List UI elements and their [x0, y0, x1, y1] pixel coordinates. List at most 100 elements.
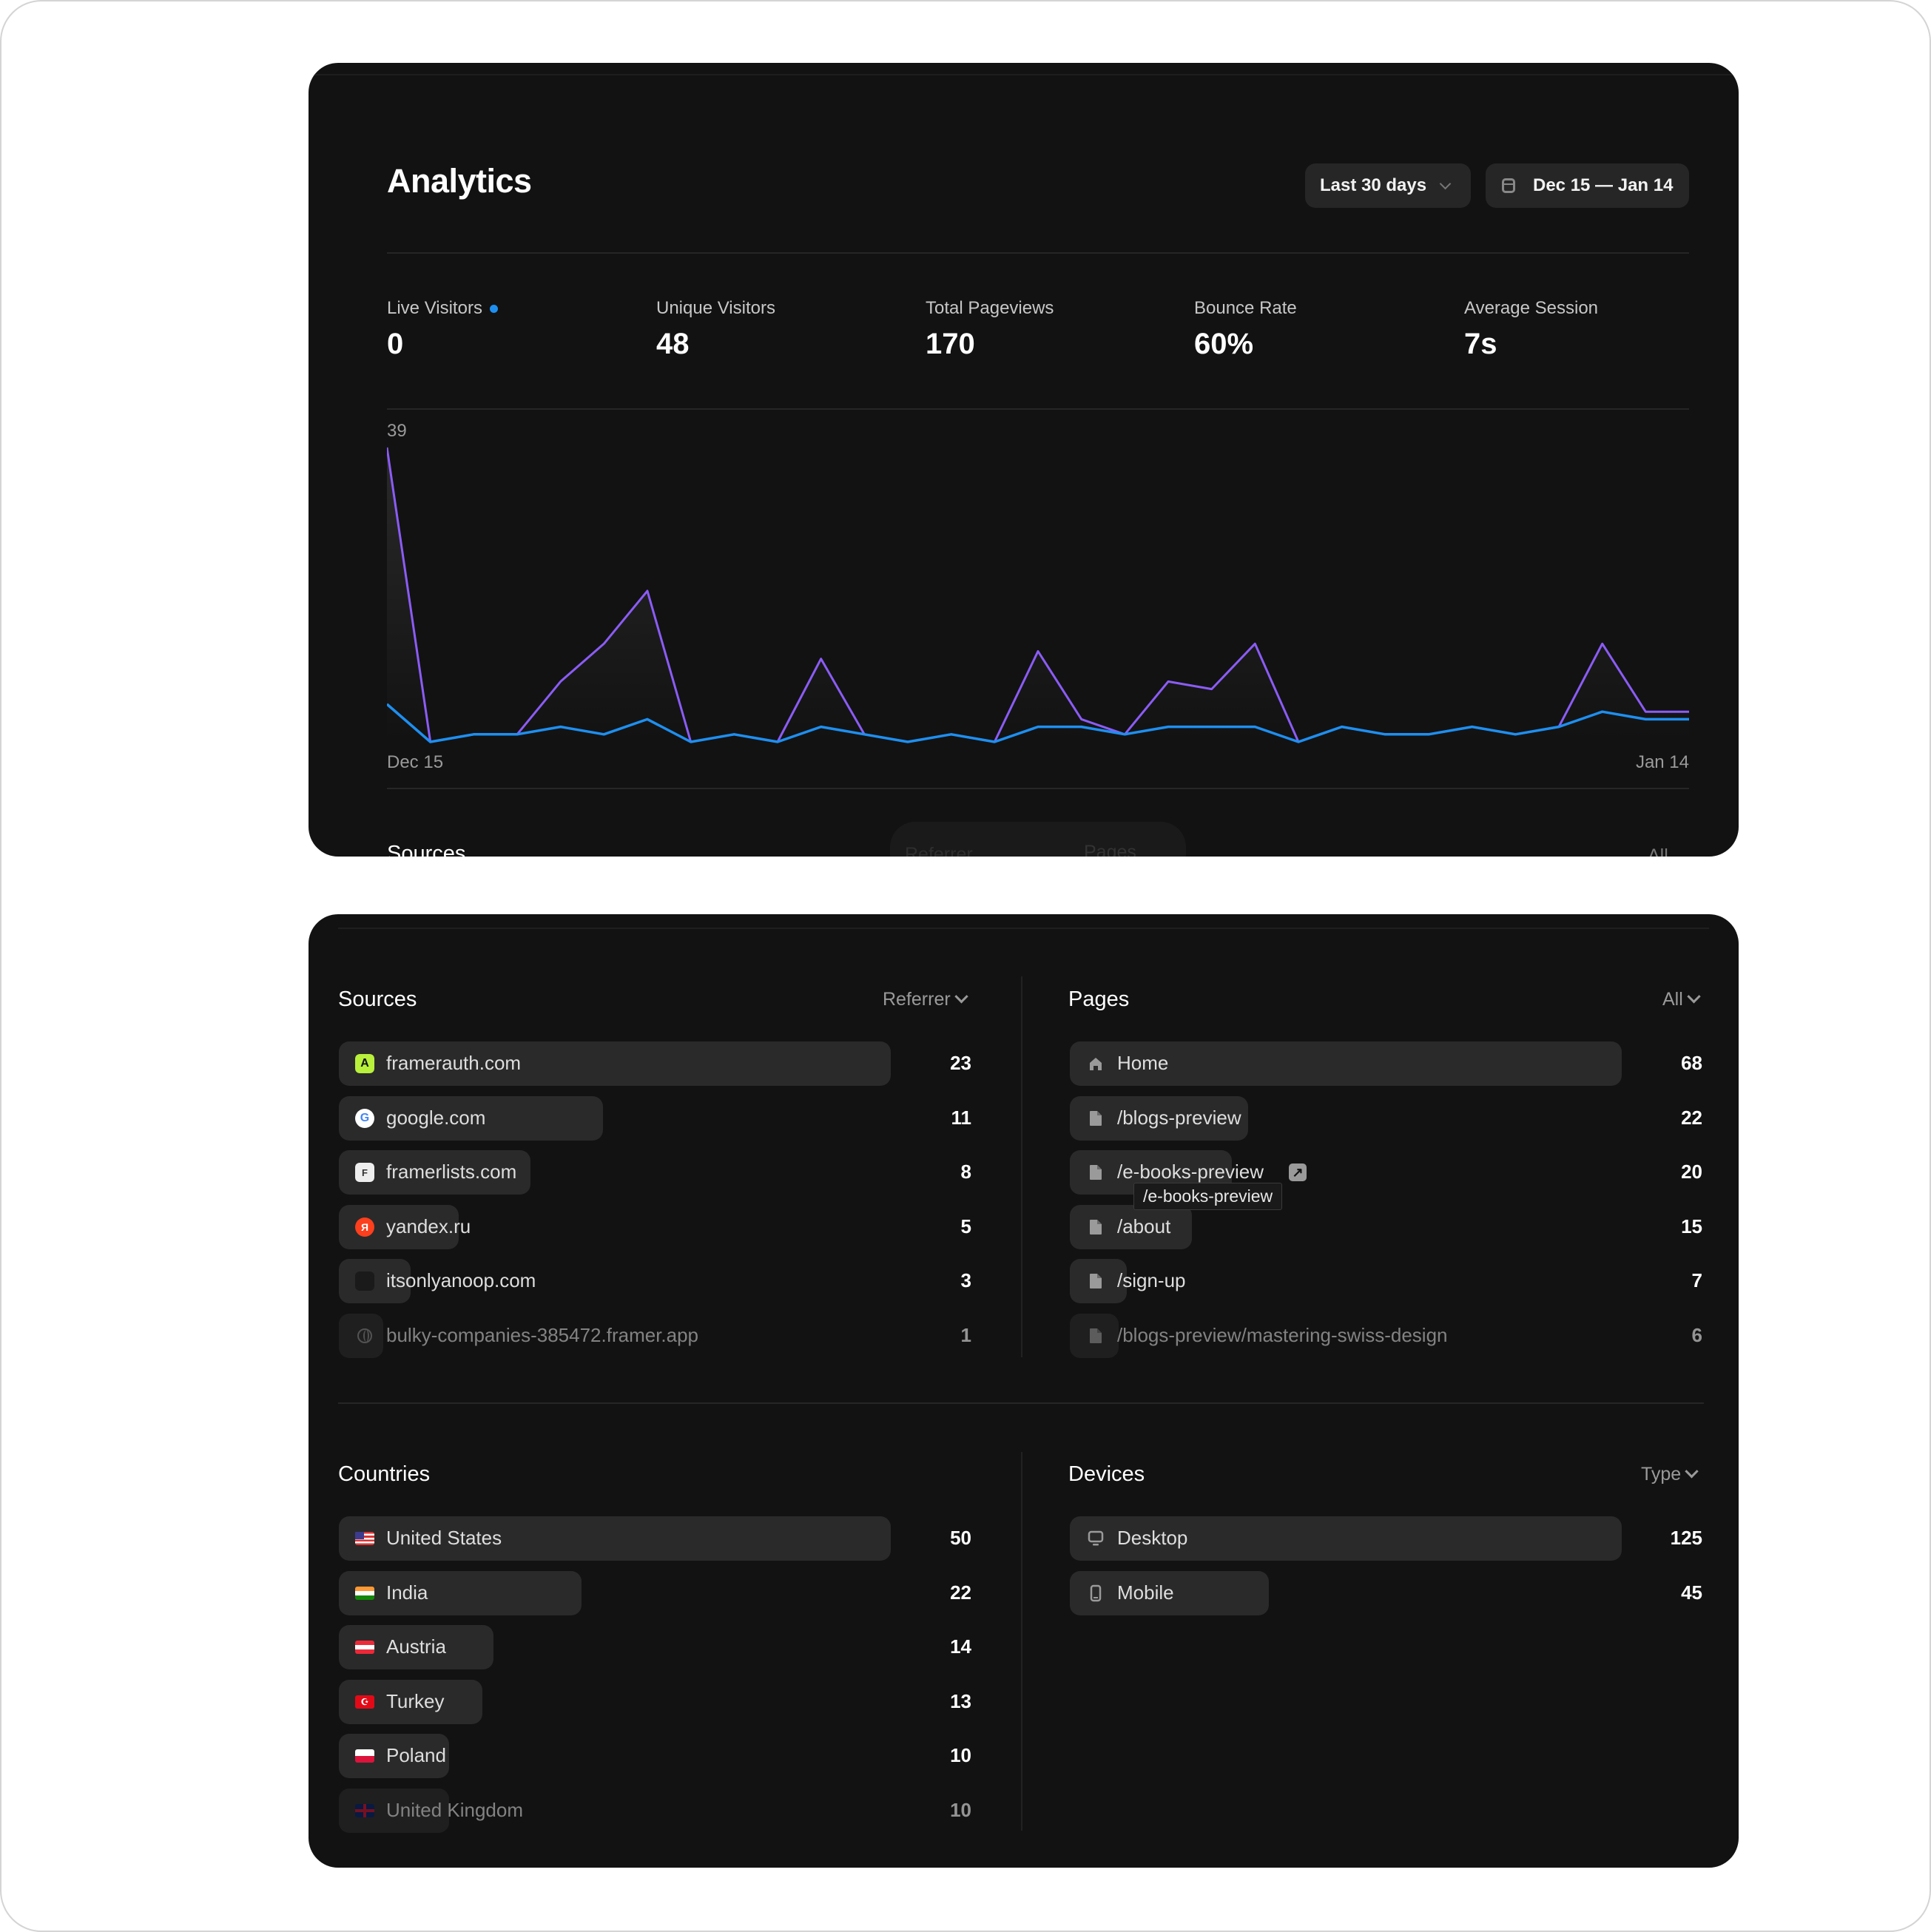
sources-row[interactable]: itsonlyanoop.com 3 [339, 1259, 971, 1303]
yandex-favicon: Я [355, 1217, 374, 1237]
pages-filter-dropdown[interactable]: All [1662, 989, 1701, 1010]
devices-filter-dropdown[interactable]: Type [1641, 1464, 1699, 1485]
home-icon [1086, 1054, 1105, 1073]
pages-row[interactable]: /blogs-preview/mastering-swiss-design 6 [1070, 1313, 1702, 1358]
row-value: 5 [960, 1215, 971, 1237]
row-value: 13 [950, 1689, 971, 1712]
countries-row[interactable]: ☪ Turkey 13 [339, 1679, 971, 1724]
row-label: /about [1117, 1215, 1171, 1237]
row-label: yandex.ru [386, 1215, 471, 1237]
sources-row[interactable]: bulky-companies-385472.framer.app 1 [339, 1313, 971, 1358]
row-label: /blogs-preview/mastering-swiss-design [1117, 1323, 1448, 1346]
stat-bounce-rate-value: 60% [1194, 328, 1254, 360]
file-icon [1086, 1271, 1105, 1291]
google-favicon: G [355, 1108, 374, 1128]
chevron-down-icon [1439, 178, 1452, 189]
sources-row[interactable]: Ggoogle.com 11 [339, 1095, 972, 1141]
row-value: 6 [1691, 1323, 1702, 1346]
header-divider [387, 252, 1689, 254]
pageviews-area [387, 447, 1689, 742]
pages-row[interactable]: /about 15 [1070, 1204, 1702, 1249]
stat-unique-visitors-value: 48 [656, 328, 690, 360]
row-value: 68 [1681, 1052, 1702, 1074]
devices-title: Devices [1068, 1462, 1145, 1486]
row-label: Austria [386, 1635, 446, 1658]
top-edge-divider [338, 928, 1709, 929]
file-icon [1086, 1109, 1105, 1128]
y-max-label: 39 [387, 421, 407, 441]
row-value: 1 [960, 1323, 971, 1346]
row-label: /blogs-preview [1117, 1106, 1241, 1129]
row-value: 14 [950, 1635, 971, 1658]
pages-filter-label: All [1662, 989, 1683, 1010]
row-value: 10 [950, 1798, 971, 1821]
row-label: United States [386, 1527, 502, 1549]
sources-title: Sources [338, 987, 417, 1011]
austria-flag-icon [355, 1638, 374, 1657]
countries-row[interactable]: United States 50 [339, 1516, 971, 1561]
countries-row[interactable]: India 22 [339, 1570, 971, 1615]
row-label: itsonlyanoop.com [386, 1269, 536, 1291]
row-value: 23 [950, 1052, 971, 1074]
row-label: Poland [386, 1744, 446, 1766]
countries-row[interactable]: United Kingdom 10 [339, 1788, 971, 1833]
chevron-down-icon [1687, 990, 1701, 1004]
sources-row[interactable]: Яyandex.ru 5 [339, 1204, 971, 1249]
devices-row[interactable]: Mobile 45 [1070, 1570, 1702, 1615]
pages-row[interactable]: /blogs-preview 22 [1070, 1095, 1702, 1141]
row-label: framerlists.com [386, 1161, 517, 1183]
stat-live-visitors-label: Live Visitors [387, 298, 498, 319]
row-label: Turkey [386, 1689, 445, 1712]
row-value: 11 [951, 1106, 972, 1129]
turkey-flag-icon: ☪ [355, 1692, 374, 1712]
peek-referrer-label: Referrer [905, 844, 973, 857]
pages-row[interactable]: /e-books-preview 20 ↗ /e-books-preview [1070, 1150, 1702, 1210]
row-label: /e-books-preview [1117, 1161, 1264, 1183]
stats-divider [387, 408, 1689, 410]
visitors-chart[interactable] [387, 440, 1689, 810]
calendar-icon [1502, 178, 1515, 193]
row-label: google.com [386, 1106, 486, 1129]
sources-filter-dropdown[interactable]: Referrer [883, 989, 968, 1010]
stat-unique-visitors-label: Unique Visitors [656, 298, 775, 318]
column-divider [1021, 976, 1022, 1357]
chevron-down-icon [1685, 1465, 1699, 1479]
file-icon [1086, 1326, 1105, 1345]
uk-flag-icon [355, 1801, 374, 1820]
framerlists-favicon: F [355, 1163, 374, 1182]
peek-sources-title: Sources [387, 842, 466, 857]
file-icon [1086, 1163, 1105, 1182]
row-value: 125 [1670, 1527, 1702, 1549]
row-value: 45 [1681, 1581, 1702, 1604]
desktop-icon [1086, 1529, 1105, 1548]
devices-filter-label: Type [1641, 1464, 1682, 1485]
row-value: 3 [960, 1269, 971, 1291]
countries-row[interactable]: Poland 10 [339, 1734, 971, 1778]
row-value: 22 [950, 1581, 971, 1604]
pages-row[interactable]: /sign-up 7 [1070, 1259, 1702, 1303]
page-title: Analytics [387, 162, 532, 200]
external-link-icon[interactable]: ↗ [1289, 1163, 1307, 1181]
stat-total-pageviews-value: 170 [926, 328, 975, 360]
us-flag-icon [355, 1529, 374, 1548]
range-select[interactable]: Last 30 days [1305, 163, 1471, 208]
row-value: 20 [1681, 1161, 1702, 1183]
row-value: 7 [1691, 1269, 1702, 1291]
row-value: 15 [1681, 1215, 1702, 1237]
row-label: Desktop [1117, 1527, 1188, 1549]
countries-row[interactable]: Austria 14 [339, 1625, 971, 1669]
row-value: 8 [960, 1161, 971, 1183]
chart-divider [387, 788, 1689, 789]
stat-bounce-rate-label: Bounce Rate [1194, 298, 1297, 318]
peek-segmented-control[interactable]: Referrer Pages [890, 822, 1186, 857]
row-value: 50 [950, 1527, 971, 1549]
pages-row[interactable]: Home 68 [1070, 1041, 1702, 1086]
date-range-button[interactable]: Dec 15 — Jan 14 [1486, 163, 1689, 208]
devices-row[interactable]: Desktop 125 [1070, 1516, 1702, 1561]
date-range-label: Dec 15 — Jan 14 [1533, 175, 1674, 195]
sources-row[interactable]: Aframerauth.com 23 [339, 1041, 971, 1086]
breakdown-card: Sources Referrer Aframerauth.com 23 Ggoogl… [309, 914, 1739, 1868]
sources-row[interactable]: Fframerlists.com 8 [339, 1150, 971, 1195]
pages-title: Pages [1068, 987, 1130, 1011]
peek-all-label: All [1648, 845, 1668, 857]
